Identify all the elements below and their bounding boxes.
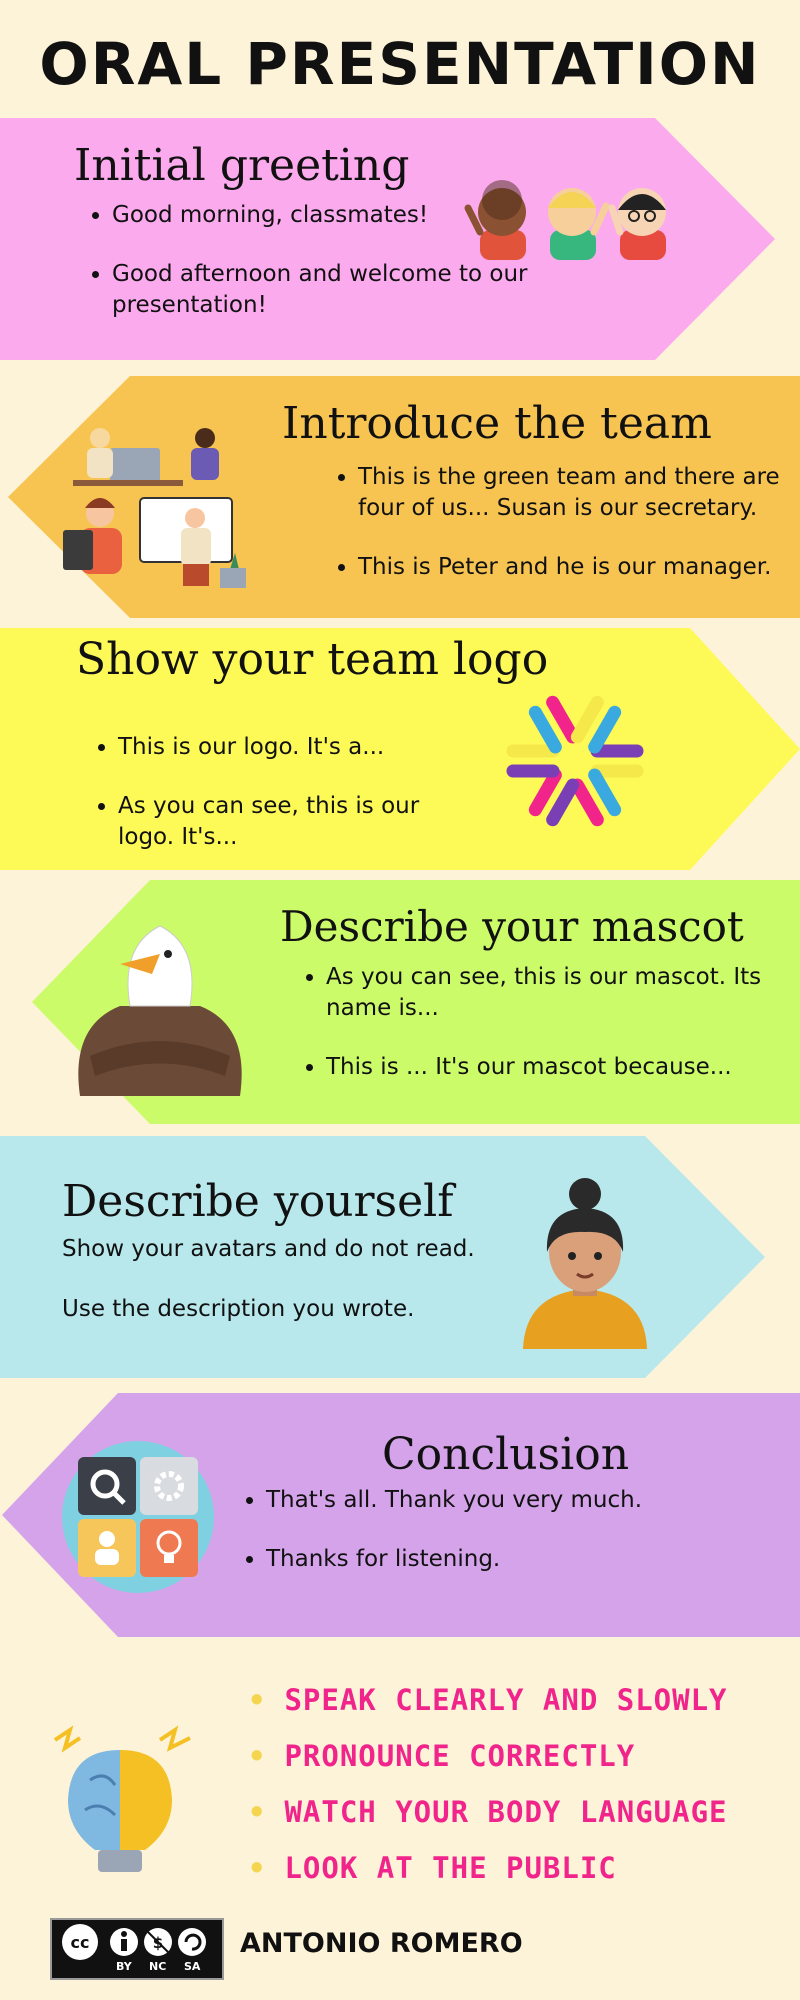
license-by-label: BY [116,1960,132,1973]
list-item: As you can see, this is our logo. It's..… [118,791,478,853]
avatar-illustration [523,1178,647,1349]
list-item: This is our logo. It's a... [118,732,478,763]
section-mascot: Describe your mascot As you can see, thi… [0,880,800,1124]
svg-text:cc: cc [71,1933,90,1952]
bullet-list: This is our logo. It's a... As you can s… [90,732,478,881]
section-heading: Describe your mascot [280,902,744,951]
license-nc-label: NC [149,1960,167,1973]
section-describe-yourself: Describe yourself Show your avatars and … [0,1136,800,1378]
page-title: ORAL PRESENTATION [39,30,761,98]
tips-list: SPEAK CLEARLY AND SLOWLY PRONOUNCE CORRE… [248,1672,728,1896]
list-item: This is Peter and he is our manager. [358,552,798,583]
tip-item: SPEAK CLEARLY AND SLOWLY [248,1672,728,1728]
description-line: Show your avatars and do not read. [62,1236,475,1262]
cc-icons: cc $ [62,1924,206,1960]
tip-item: WATCH YOUR BODY LANGUAGE [248,1784,728,1840]
section-heading: Introduce the team [282,398,712,449]
tip-item: LOOK AT THE PUBLIC [248,1840,728,1896]
section-introduce-team: Introduce the team This is the green tea… [0,376,800,618]
license-sa-label: SA [184,1960,201,1973]
list-item: Thanks for listening. [266,1544,766,1575]
list-item: This is ... It's our mascot because... [326,1052,786,1083]
section-heading: Describe yourself [62,1176,454,1227]
team-logo-icon [506,695,644,827]
kids-waving-illustration [464,180,666,260]
section-conclusion: Conclusion That's all. Thank you very mu… [0,1393,800,1637]
team-working-illustration [63,428,246,588]
bullet-list: As you can see, this is our mascot. Its … [298,962,786,1111]
list-item: This is the green team and there are fou… [358,462,798,524]
list-item: As you can see, this is our mascot. Its … [326,962,786,1024]
bullet-list: That's all. Thank you very much. Thanks … [238,1485,766,1603]
author-name: ANTONIO ROMERO [240,1928,523,1959]
eagle-mascot-illustration [78,925,242,1096]
tip-item: PRONOUNCE CORRECTLY [248,1728,728,1784]
section-team-logo: Show your team logo This is our logo. It… [0,628,800,870]
list-item: That's all. Thank you very much. [266,1485,766,1516]
section-heading: Conclusion [382,1429,630,1480]
creative-commons-license-badge: cc $ BY NC SA [50,1918,224,1980]
puzzle-ideas-icon [62,1441,214,1593]
section-initial-greeting: Initial greeting Good morning, classmate… [0,118,800,360]
brain-lightbulb-icon [53,1725,191,1872]
section-heading: Show your team logo [76,634,549,685]
section-heading: Initial greeting [74,140,410,191]
bullet-list: This is the green team and there are fou… [330,462,798,611]
description-line: Use the description you wrote. [62,1296,415,1322]
